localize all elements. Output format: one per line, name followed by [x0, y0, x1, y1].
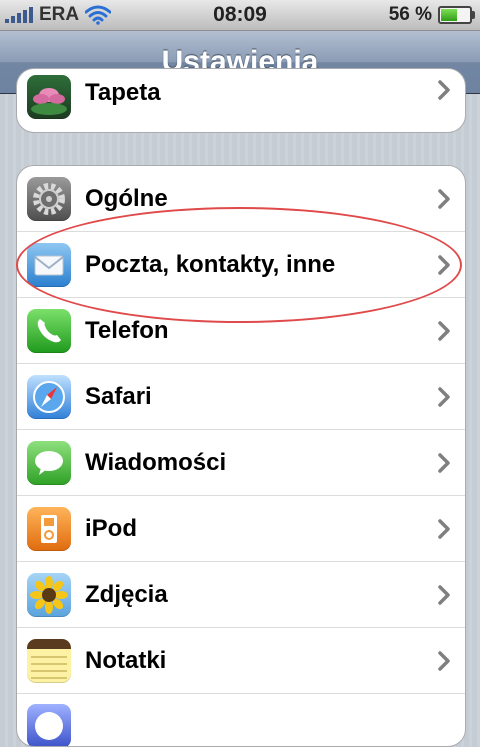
settings-row-label: Tapeta — [85, 79, 161, 106]
chevron-right-icon — [438, 320, 450, 341]
settings-row-ipod[interactable]: iPod — [17, 496, 465, 562]
compass-icon — [27, 374, 71, 419]
chevron-right-icon — [438, 386, 450, 407]
settings-row-wallpaper[interactable]: Tapeta — [17, 69, 465, 132]
chevron-right-icon — [438, 518, 450, 539]
chevron-right-icon — [438, 80, 450, 100]
settings-row-notes[interactable]: Notatki — [17, 628, 465, 694]
settings-row-messages[interactable]: Wiadomości — [17, 430, 465, 496]
settings-row-label: Wiadomości — [85, 448, 227, 476]
settings-row-label: Safari — [85, 382, 152, 410]
status-bar: ERA 08:09 56 % — [0, 0, 480, 31]
status-right: 56 % — [388, 3, 475, 27]
chevron-right-icon — [438, 650, 450, 671]
chevron-right-icon — [438, 188, 450, 209]
settings-group-main: Ogólne Poczta, kontakty, inne Telefon Sa… — [16, 165, 466, 747]
chevron-right-icon — [438, 452, 450, 473]
settings-row-general[interactable]: Ogólne — [17, 166, 465, 232]
settings-row-phone[interactable]: Telefon — [17, 298, 465, 364]
ipod-icon — [27, 506, 71, 551]
settings-row-label: Ogólne — [85, 184, 168, 212]
settings-row-label: Notatki — [85, 646, 167, 674]
mail-icon — [27, 242, 71, 287]
settings-row-label: Zdjęcia — [85, 580, 168, 608]
battery-percent: 56 % — [388, 4, 432, 25]
phone-icon — [27, 308, 71, 353]
settings-row-partial[interactable] — [17, 694, 465, 746]
notes-icon — [27, 638, 71, 683]
battery-fill — [441, 9, 457, 21]
chevron-right-icon — [438, 584, 450, 605]
clock-icon — [27, 704, 71, 746]
settings-row-safari[interactable]: Safari — [17, 364, 465, 430]
settings-row-label: Poczta, kontakty, inne — [85, 250, 336, 278]
gear-icon — [27, 176, 71, 221]
settings-row-label: Telefon — [85, 316, 169, 344]
battery-icon — [438, 6, 475, 24]
settings-row-label: iPod — [85, 514, 137, 542]
chevron-right-icon — [438, 254, 450, 275]
settings-group-top: Tapeta — [16, 68, 466, 133]
settings-row-mail[interactable]: Poczta, kontakty, inne — [17, 232, 465, 298]
wallpaper-icon — [27, 75, 71, 119]
messages-icon — [27, 440, 71, 485]
settings-row-photos[interactable]: Zdjęcia — [17, 562, 465, 628]
sunflower-icon — [27, 572, 71, 617]
